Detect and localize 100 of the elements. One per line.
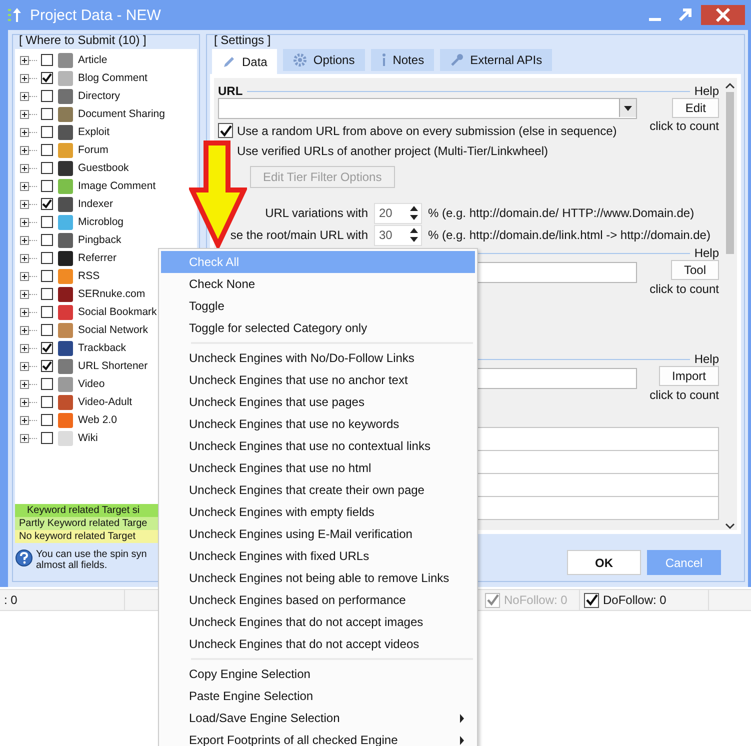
expand-icon[interactable] [20,254,29,262]
menu-item[interactable]: Uncheck Engines that use pages [161,391,475,413]
checkbox[interactable] [41,108,53,120]
count-link[interactable]: click to count [650,388,719,402]
tab[interactable]: Data [212,49,278,74]
count-link[interactable]: click to count [650,119,719,158]
checkbox[interactable] [584,592,599,608]
tree-item[interactable]: Document Sharing [78,108,165,120]
checkbox[interactable] [41,234,53,246]
menu-item[interactable]: Uncheck Engines not being able to remove Links [161,567,475,589]
tree-item[interactable]: Pingback [78,234,122,246]
tree-item[interactable]: RSS [78,270,100,282]
expand-icon[interactable] [20,218,29,226]
expand-icon[interactable] [20,236,29,244]
tree-item[interactable]: Wiki [78,432,98,444]
expand-icon[interactable] [20,362,29,370]
checkbox[interactable] [41,306,53,318]
menu-item[interactable]: Uncheck Engines that use no anchor text [161,369,475,391]
checkbox[interactable] [41,324,53,336]
tool-button[interactable]: Tool [670,260,719,280]
tree-item[interactable]: Video [78,378,105,390]
expand-icon[interactable] [20,74,29,82]
scrollbar-thumb[interactable] [726,92,734,254]
expand-icon[interactable] [20,92,29,100]
menu-item[interactable]: Check None [161,273,475,295]
tree-item[interactable]: Referrer [78,252,117,264]
scroll-down-icon[interactable] [724,522,736,530]
checkbox[interactable] [41,378,53,390]
expand-icon[interactable] [20,308,29,316]
tree-item[interactable]: Blog Comment [78,72,148,84]
expand-icon[interactable] [20,164,29,172]
help-link[interactable]: Help [694,246,719,260]
tab[interactable]: External APIs [440,49,552,71]
checkbox[interactable] [41,126,53,138]
menu-item[interactable]: Toggle [161,295,475,317]
tree-item[interactable]: Guestbook [78,162,129,174]
expand-icon[interactable] [20,434,29,442]
checkbox[interactable] [41,270,53,282]
expand-icon[interactable] [20,326,29,334]
menu-item[interactable]: Uncheck Engines with fixed URLs [161,545,475,567]
tree-item[interactable]: URL Shortener [78,360,148,372]
tree-item[interactable]: Social Network [78,324,148,336]
checkbox[interactable] [41,198,53,210]
expand-icon[interactable] [20,200,29,208]
tree-item[interactable]: Social Bookmark [78,306,157,318]
number-spinner[interactable]: 30 [374,224,422,246]
tree-item[interactable]: Web 2.0 [78,414,117,426]
checkbox[interactable] [41,288,53,300]
tree-item[interactable]: Microblog [78,216,124,228]
number-spinner[interactable]: 20 [374,202,422,224]
checkbox[interactable] [41,54,53,66]
count-link[interactable]: click to count [650,282,719,296]
help-link[interactable]: Help [694,84,719,98]
expand-icon[interactable] [20,128,29,136]
scroll-up-icon[interactable] [724,82,736,90]
tree-item[interactable]: Article [78,54,108,66]
expand-icon[interactable] [20,182,29,190]
menu-item[interactable]: Uncheck Engines that use no keywords [161,413,475,435]
checkbox[interactable] [41,342,53,354]
menu-item[interactable]: Toggle for selected Category only [161,317,475,339]
checkbox[interactable] [218,123,233,138]
checkbox[interactable] [41,90,53,102]
checkbox[interactable] [41,252,53,264]
checkbox[interactable] [41,180,53,192]
checkbox[interactable] [41,162,53,174]
expand-icon[interactable] [20,344,29,352]
expand-icon[interactable] [20,398,29,406]
help-link[interactable]: Help [694,352,719,366]
tab[interactable]: Options [283,49,365,71]
menu-item[interactable]: Uncheck Engines that create their own page [161,479,475,501]
checkbox[interactable] [41,414,53,426]
menu-item[interactable]: Copy Engine Selection [161,663,475,685]
expand-icon[interactable] [20,110,29,118]
checkbox[interactable] [41,72,53,84]
tab[interactable]: Notes [370,49,434,71]
menu-item[interactable]: Uncheck Engines that do not accept images [161,611,475,633]
expand-icon[interactable] [20,56,29,64]
menu-item[interactable]: Uncheck Engines based on performance [161,589,475,611]
tree-item[interactable]: Image Comment [78,180,156,192]
checkbox[interactable] [41,396,53,408]
expand-icon[interactable] [20,380,29,388]
tree-item[interactable]: Forum [78,144,108,156]
checkbox[interactable] [41,144,53,156]
checkbox[interactable] [41,432,53,444]
tree-item[interactable]: Directory [78,90,120,102]
close-icon[interactable] [701,5,745,25]
dialog-button[interactable]: OK [567,550,641,575]
checkbox[interactable] [41,216,53,228]
menu-item[interactable]: Load/Save Engine Selection [161,707,475,729]
expand-icon[interactable] [20,416,29,424]
tree-item[interactable]: Exploit [78,126,110,138]
menu-item[interactable]: Paste Engine Selection [161,685,475,707]
import-button[interactable]: Import [658,366,719,386]
checkbox[interactable] [41,360,53,372]
tree-item[interactable]: Indexer [78,198,114,210]
expand-icon[interactable] [20,290,29,298]
menu-item[interactable]: Uncheck Engines that use no html [161,457,475,479]
tree-item[interactable]: Trackback [78,342,126,354]
tree-item[interactable]: SERnuke.com [78,288,146,300]
edit-button[interactable]: Edit [672,98,719,118]
